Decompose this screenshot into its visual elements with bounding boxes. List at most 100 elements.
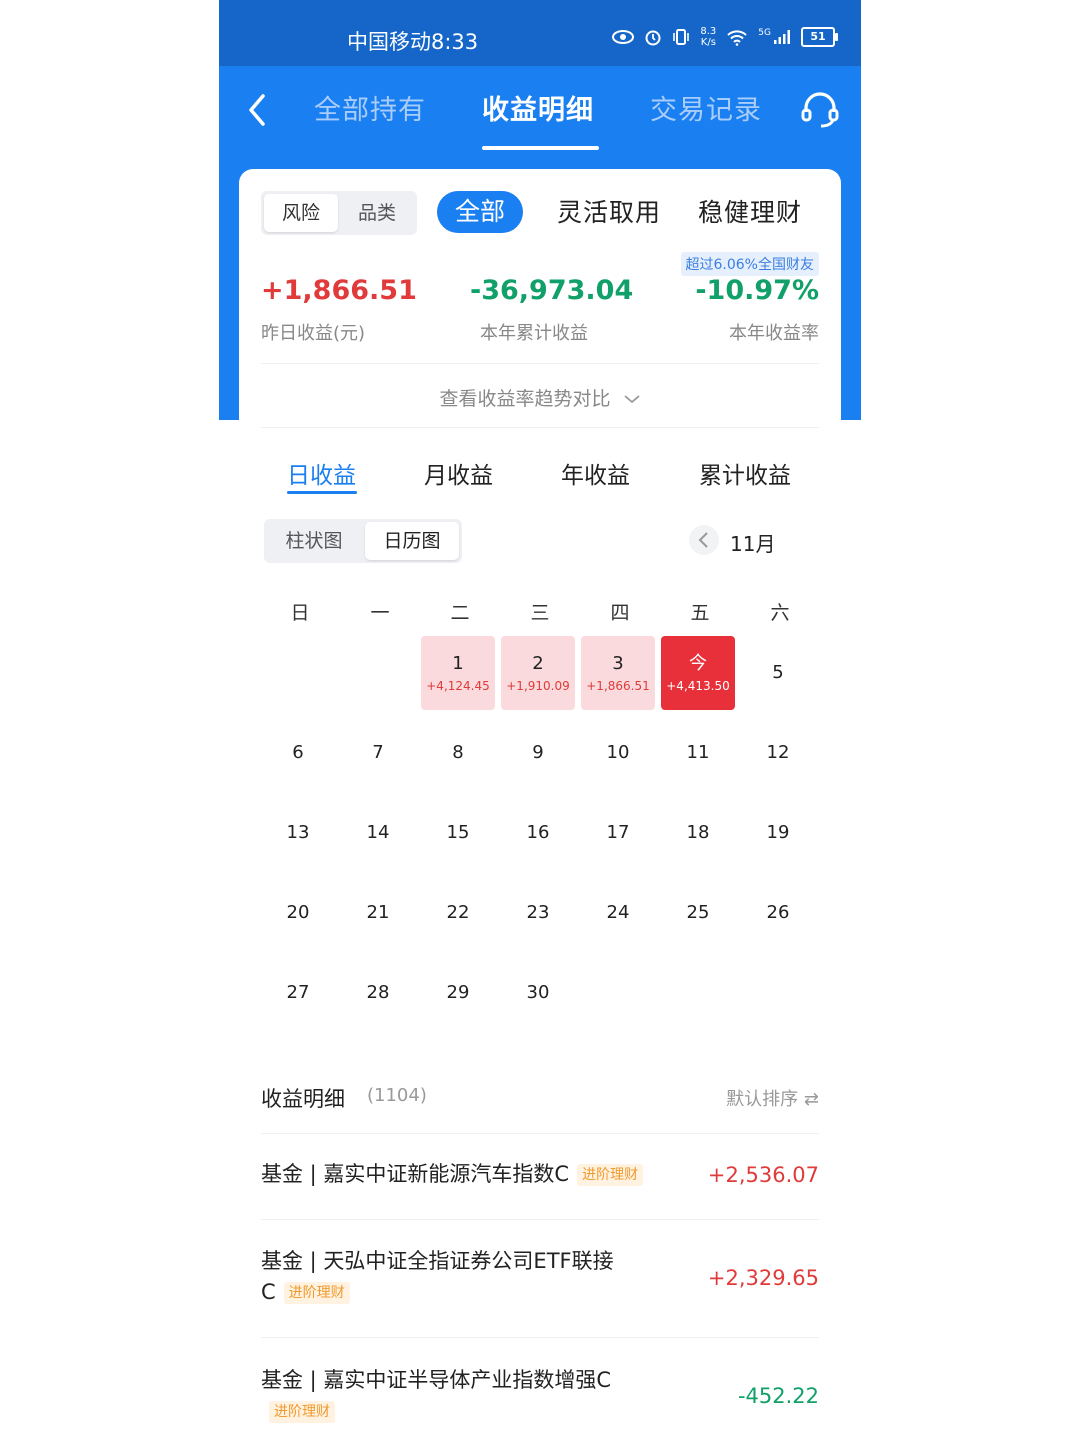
divider (261, 1337, 819, 1338)
calendar-day[interactable]: 9 (501, 716, 575, 790)
calendar-day[interactable]: 19 (741, 796, 815, 870)
chevron-down-icon (623, 395, 640, 404)
day-number: 21 (366, 902, 390, 923)
day-number: 22 (446, 902, 470, 923)
top-nav: 全部持有 收益明细 交易记录 (219, 66, 861, 156)
dimension-risk[interactable]: 风险 (264, 194, 338, 232)
category-all[interactable]: 全部 (437, 191, 523, 233)
back-icon[interactable] (243, 90, 273, 130)
calendar-day[interactable]: 18 (661, 796, 735, 870)
day-number: 3 (612, 653, 624, 674)
tab-earnings-detail[interactable]: 收益明细 (482, 88, 594, 127)
day-number: 11 (686, 742, 710, 763)
calendar-day[interactable]: 10 (581, 716, 655, 790)
weekday-label: 日 (290, 602, 310, 624)
weekday-label: 四 (610, 602, 630, 624)
day-earning: +1,910.09 (506, 679, 570, 693)
weekday-label: 二 (450, 602, 470, 624)
day-number: 9 (532, 742, 544, 763)
calendar-day[interactable]: 1 +4,124.45 (421, 636, 495, 710)
dimension-toggle: 风险 品类 (261, 191, 417, 235)
month-label: 11月 (730, 532, 776, 556)
calendar-day[interactable]: 6 (261, 716, 335, 790)
calendar-day[interactable]: 12 (741, 716, 815, 790)
sort-button[interactable]: 默认排序 ⇄ (726, 1085, 819, 1111)
detail-title: 收益明细 (261, 1087, 345, 1111)
day-number: 25 (686, 902, 710, 923)
fund-amount: +2,536.07 (707, 1163, 819, 1187)
day-number: 29 (446, 982, 470, 1003)
period-tab-cumulative[interactable]: 累计收益 (699, 456, 791, 490)
headset-icon[interactable] (799, 88, 841, 130)
calendar-day[interactable]: 24 (581, 876, 655, 950)
calendar-day[interactable]: 27 (261, 956, 335, 1030)
yesterday-earnings-label: 昨日收益(元) (261, 323, 366, 344)
calendar-day[interactable]: 13 (261, 796, 335, 870)
day-number: 6 (292, 742, 304, 763)
calendar-day[interactable]: 30 (501, 956, 575, 1030)
divider (261, 363, 819, 364)
calendar-day[interactable]: 14 (341, 796, 415, 870)
day-earning: +1,866.51 (586, 679, 650, 693)
calendar-day[interactable]: 26 (741, 876, 815, 950)
dimension-category[interactable]: 品类 (340, 194, 414, 232)
calendar-day[interactable]: 16 (501, 796, 575, 870)
day-number: 10 (606, 742, 630, 763)
fund-name: 基金 | 嘉实中证半导体产业指数增强C (261, 1368, 612, 1392)
month-prev-button[interactable] (689, 525, 719, 555)
detail-count: (1104) (367, 1085, 427, 1106)
calendar-day[interactable]: 3 +1,866.51 (581, 636, 655, 710)
chevron-left-icon (698, 532, 708, 548)
list-item-name[interactable]: 基金 | 嘉实中证半导体产业指数增强C 进阶理财 (261, 1365, 621, 1427)
day-number: 5 (772, 662, 784, 683)
ytd-earnings-label: 本年累计收益 (480, 323, 588, 344)
calendar-day[interactable]: 21 (341, 876, 415, 950)
day-number: 2 (532, 653, 544, 674)
calendar-day[interactable]: 28 (341, 956, 415, 1030)
view-bar-chart[interactable]: 柱状图 (267, 522, 361, 560)
calendar-day[interactable]: 22 (421, 876, 495, 950)
category-flexible[interactable]: 灵活取用 (557, 193, 661, 229)
calendar-day[interactable]: 20 (261, 876, 335, 950)
calendar-day[interactable]: 2 +1,910.09 (501, 636, 575, 710)
calendar-day[interactable]: 7 (341, 716, 415, 790)
battery-icon: 51 (801, 27, 838, 47)
period-tab-daily[interactable]: 日收益 (287, 456, 356, 490)
calendar-day[interactable]: 15 (421, 796, 495, 870)
status-carrier-time: 中国移动8:33 (347, 30, 479, 54)
list-item-name[interactable]: 基金 | 天弘中证全指证券公司ETF联接C 进阶理财 (261, 1246, 621, 1308)
day-number: 24 (606, 902, 630, 923)
fund-tag: 进阶理财 (577, 1164, 644, 1186)
fund-tag: 进阶理财 (269, 1401, 335, 1423)
calendar-day[interactable]: 25 (661, 876, 735, 950)
day-number: 7 (372, 742, 384, 763)
yesterday-earnings-value: +1,866.51 (261, 275, 417, 306)
trend-compare-link[interactable]: 查看收益率趋势对比 (239, 384, 841, 411)
calendar-day[interactable]: 11 (661, 716, 735, 790)
calendar-day-today[interactable]: 今 +4,413.50 (661, 636, 735, 710)
period-tab-indicator (287, 491, 357, 494)
ytd-return-label: 本年收益率 (729, 323, 819, 344)
day-number: 20 (286, 902, 310, 923)
calendar-day[interactable]: 29 (421, 956, 495, 1030)
calendar-day[interactable]: 23 (501, 876, 575, 950)
weekday-label: 一 (370, 602, 390, 624)
period-tab-monthly[interactable]: 月收益 (424, 456, 493, 490)
category-stable[interactable]: 稳健理财 (698, 193, 802, 229)
wifi-icon (727, 30, 747, 46)
net-speed-unit: K/s (700, 37, 716, 48)
tab-transactions[interactable]: 交易记录 (650, 88, 762, 127)
list-item-name[interactable]: 基金 | 嘉实中证新能源汽车指数C 进阶理财 (261, 1159, 721, 1190)
network-type: 5G (758, 28, 771, 38)
period-tab-yearly[interactable]: 年收益 (561, 456, 630, 490)
view-calendar[interactable]: 日历图 (365, 522, 459, 560)
signal-icon (774, 30, 790, 44)
day-number: 8 (452, 742, 464, 763)
ytd-earnings-value: -36,973.04 (470, 275, 634, 306)
rank-badge: 超过6.06%全国财友 (680, 252, 819, 276)
calendar-day[interactable]: 8 (421, 716, 495, 790)
calendar-day[interactable]: 17 (581, 796, 655, 870)
tab-all-holdings[interactable]: 全部持有 (314, 88, 426, 127)
day-number: 23 (526, 902, 550, 923)
calendar-day[interactable]: 5 (741, 636, 815, 710)
